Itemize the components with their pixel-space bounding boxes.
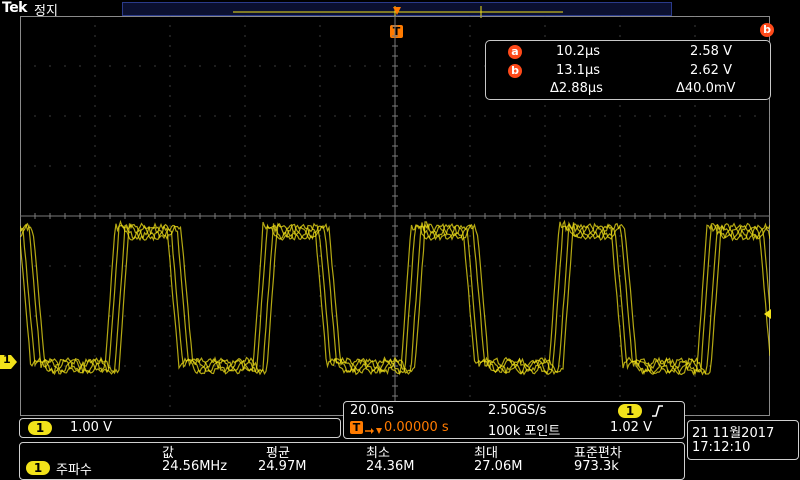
- meas-source-badge: 1: [26, 461, 50, 475]
- cursor-delta-time: Δ2.88µs: [550, 81, 603, 96]
- meas-max: 27.06M: [474, 459, 523, 474]
- trigger-source-badge: 1: [618, 404, 642, 418]
- oscilloscope-screen: Tek 정지 T 1 b a 10.2µs 2.58 V b 13.1µs 2.…: [0, 0, 800, 480]
- trigger-delay: 0.00000 s: [384, 420, 449, 435]
- cursor-b-corner-badge[interactable]: b: [760, 23, 774, 37]
- rising-edge-icon: [650, 403, 664, 422]
- measurement-box[interactable]: 값 평균 최소 최대 표준편차 1 주파수 24.56MHz 24.97M 24…: [19, 442, 685, 480]
- brand-logo: Tek: [2, 0, 28, 16]
- cursor-a-badge: a: [508, 45, 522, 59]
- cursor-delta-volt: Δ40.0mV: [676, 81, 736, 96]
- cursor-a-volt: 2.58 V: [690, 44, 732, 59]
- meas-min: 24.36M: [366, 459, 415, 474]
- ch1-badge: 1: [28, 421, 52, 435]
- trigger-delay-arrow-icon: [364, 422, 384, 441]
- datetime-box[interactable]: 21 11월2017 17:12:10: [687, 420, 799, 460]
- meas-name: 주파수: [56, 463, 92, 478]
- meas-value: 24.56MHz: [162, 459, 228, 474]
- timebase: 20.0ns: [350, 403, 394, 418]
- trigger-delay-badge: T: [350, 421, 363, 434]
- sample-rate: 2.50GS/s: [488, 403, 547, 418]
- trigger-level: 1.02 V: [610, 420, 652, 435]
- cursor-b-time: 13.1µs: [556, 63, 600, 78]
- ch1-scale: 1.00 V: [70, 420, 112, 435]
- cursor-a-time: 10.2µs: [556, 44, 600, 59]
- record-length: 100k 포인트: [488, 424, 561, 439]
- date: 21 11월2017: [692, 426, 775, 441]
- meas-mean: 24.97M: [258, 459, 307, 474]
- cursor-b-badge: b: [508, 64, 522, 78]
- meas-stddev: 973.3k: [574, 459, 619, 474]
- acquisition-box[interactable]: 20.0ns 2.50GS/s 1 T 0.00000 s 100k 포인트 1…: [343, 401, 685, 439]
- trigger-level-arrow-icon: [762, 305, 772, 319]
- ch1-offset-marker[interactable]: 1: [0, 353, 18, 369]
- cursor-b-volt: 2.62 V: [690, 63, 732, 78]
- time: 17:12:10: [692, 440, 751, 455]
- ch1-scale-box[interactable]: 1 1.00 V: [19, 418, 341, 438]
- cursor-readout[interactable]: a 10.2µs 2.58 V b 13.1µs 2.62 V Δ2.88µs …: [485, 40, 771, 100]
